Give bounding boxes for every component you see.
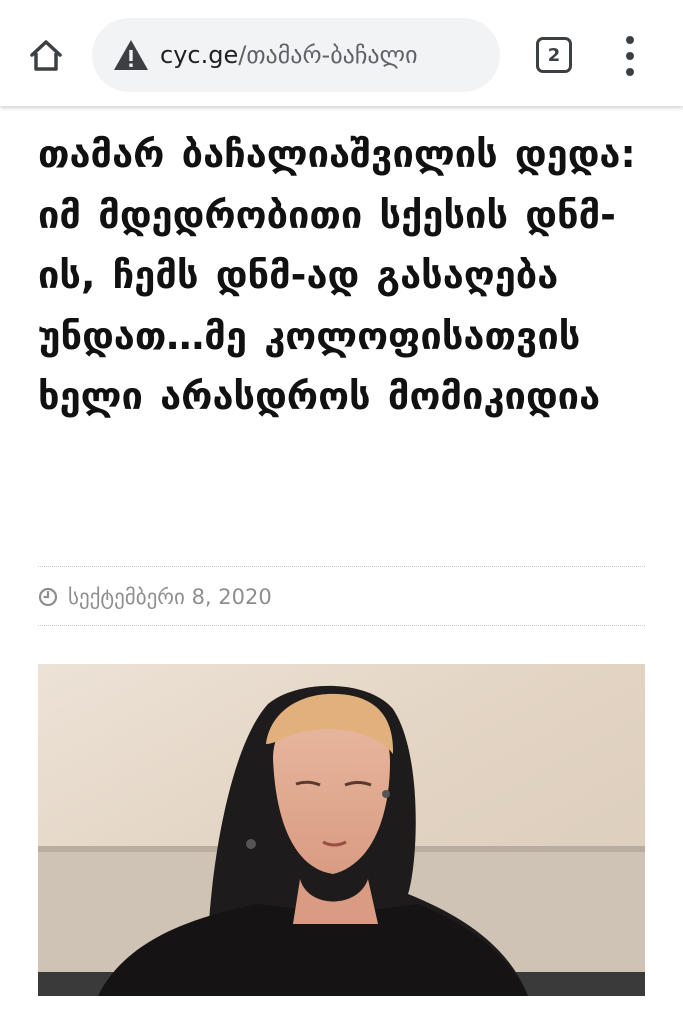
menu-dot bbox=[626, 68, 634, 76]
url-domain: cyc.ge bbox=[160, 41, 239, 69]
home-icon bbox=[30, 40, 62, 71]
address-bar[interactable]: cyc.ge/თამარ-ბაჩალი bbox=[92, 18, 500, 92]
warning-icon[interactable] bbox=[112, 38, 150, 72]
portrait-image bbox=[38, 664, 645, 996]
divider bbox=[38, 566, 645, 567]
url-path: /თამარ-ბაჩალი bbox=[238, 41, 418, 69]
menu-dot bbox=[626, 36, 634, 44]
url-text[interactable]: cyc.ge/თამარ-ბაჩალი bbox=[160, 41, 480, 69]
menu-dot bbox=[626, 52, 634, 60]
browser-toolbar: cyc.ge/თამარ-ბაჩალი 2 bbox=[0, 0, 683, 106]
article-title: თამარ ბაჩალიაშვილის დედა: იმ მდედრობითი … bbox=[38, 132, 636, 418]
more-vert-icon[interactable] bbox=[618, 36, 642, 76]
article-photo[interactable] bbox=[38, 664, 645, 996]
article-date: სექტემბერი 8, 2020 bbox=[38, 580, 272, 614]
tab-switcher-button[interactable]: 2 bbox=[536, 37, 572, 73]
home-button[interactable] bbox=[22, 32, 70, 80]
divider bbox=[38, 625, 645, 626]
date-text: სექტემბერი 8, 2020 bbox=[68, 585, 272, 609]
clock-icon bbox=[38, 587, 58, 607]
